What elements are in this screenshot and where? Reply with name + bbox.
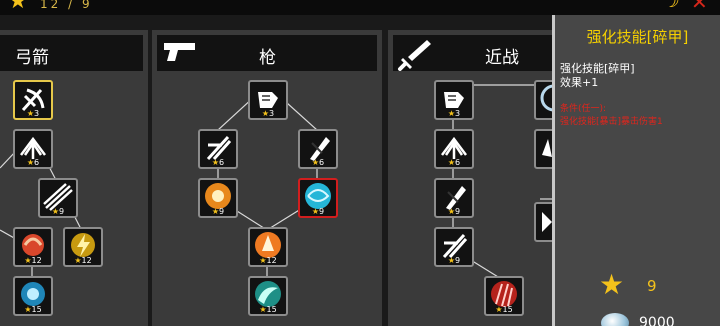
skill-node[interactable]	[534, 202, 552, 242]
skill-level: ★15	[259, 305, 277, 314]
skill-node[interactable]: ★12	[13, 227, 53, 267]
skill-level: ★9	[311, 207, 325, 216]
skill-level: ★3	[447, 109, 461, 118]
skill-node[interactable]: ★6	[298, 129, 338, 169]
skill-level: ★12	[74, 256, 92, 265]
skill-node[interactable]: ★15	[484, 276, 524, 316]
skill-node[interactable]: ★3	[248, 80, 288, 120]
skill-level: ★9	[51, 207, 65, 216]
skill-level: ★6	[447, 158, 461, 167]
skill-node[interactable]: ★6	[434, 129, 474, 169]
skill-level: ★15	[495, 305, 513, 314]
skill-node[interactable]: ★9	[434, 227, 474, 267]
skill-node[interactable]: ★15	[248, 276, 288, 316]
column-header-gun: 枪	[157, 35, 377, 71]
skill-node[interactable]: ★9	[198, 178, 238, 218]
skill-node[interactable]: ★12	[248, 227, 288, 267]
star-icon: ★	[8, 0, 28, 14]
partial-wing-icon	[542, 212, 552, 232]
column-header-melee: 近战	[393, 35, 552, 71]
skill-node[interactable]: ★3	[434, 80, 474, 120]
crescent-icon[interactable]: ☽	[662, 0, 680, 10]
gem-cost-value: 9000	[639, 315, 675, 326]
partial-orb-icon	[540, 84, 552, 112]
partial-shard-icon	[542, 139, 552, 157]
gem-icon	[601, 313, 629, 326]
skill-level: ★6	[311, 158, 325, 167]
star-count: 12 / 9	[40, 0, 93, 11]
panel-title: 强化技能[碎甲]	[586, 28, 689, 46]
skill-level: ★6	[211, 158, 225, 167]
condition-text: 强化技能[暴击]暴击伤害1	[560, 117, 663, 127]
column-title: 枪	[259, 48, 276, 68]
skill-node[interactable]: ★15	[13, 276, 53, 316]
skill-level: ★9	[447, 207, 461, 216]
star-cost-icon: ★	[599, 268, 625, 301]
skill-node[interactable]: ★12	[63, 227, 103, 267]
close-button[interactable]: ✕	[691, 0, 708, 12]
skill-level: ★9	[211, 207, 225, 216]
skill-node[interactable]	[534, 80, 552, 120]
skill-level: ★6	[26, 158, 40, 167]
skill-node[interactable]: ★3	[13, 80, 53, 120]
column-header-bow: 弓箭	[0, 35, 143, 71]
skill-level: ★12	[259, 256, 277, 265]
skill-node[interactable]: ★6	[13, 129, 53, 169]
skill-level: ★3	[26, 109, 40, 118]
skill-tree-area: 弓箭 枪 近战 ★3 ★6 ★9 ★12 ★12 ★15 ★3 ★6 ★6 ★9…	[0, 15, 552, 326]
star-cost-value: 9	[647, 277, 657, 295]
skill-level: ★9	[447, 256, 461, 265]
condition-title: 条件(任一):	[560, 104, 607, 114]
pistol-icon	[164, 43, 195, 61]
skill-node[interactable]: ★6	[198, 129, 238, 169]
skill-detail-panel: 强化技能[碎甲] 强化技能[碎甲] 效果+1 条件(任一): 强化技能[暴击]暴…	[552, 15, 720, 326]
skill-node[interactable]: ★9	[434, 178, 474, 218]
skill-level: ★3	[261, 109, 275, 118]
column-title: 弓箭	[15, 48, 49, 68]
top-bar: ★ 12 / 9 ☽ ✕	[0, 0, 720, 15]
column-title: 近战	[485, 48, 519, 68]
skill-node[interactable]: ★9	[38, 178, 78, 218]
sword-icon	[398, 40, 431, 71]
skill-node[interactable]	[534, 129, 552, 169]
skill-level: ★12	[24, 256, 42, 265]
skill-node[interactable]: ★9	[298, 178, 338, 218]
skill-level: ★15	[24, 305, 42, 314]
skill-effect: 效果+1	[560, 76, 599, 89]
